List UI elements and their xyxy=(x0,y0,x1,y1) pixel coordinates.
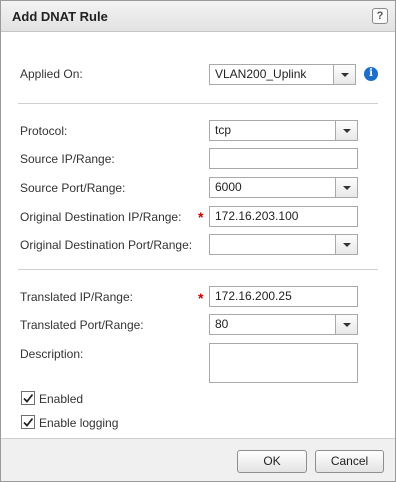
ok-button[interactable]: OK xyxy=(237,450,307,473)
protocol-select[interactable]: tcp xyxy=(209,120,358,141)
orig-dest-ip-value: 172.16.203.100 xyxy=(215,209,299,223)
section-divider xyxy=(18,269,378,270)
orig-dest-ip-input[interactable]: 172.16.203.100 xyxy=(209,206,358,227)
translated-ip-input[interactable]: 172.16.200.25 xyxy=(209,286,358,307)
source-port-select[interactable]: 6000 xyxy=(209,177,358,198)
dialog-title: Add DNAT Rule xyxy=(12,9,108,24)
applied-on-select[interactable]: VLAN200_Uplink xyxy=(209,64,356,85)
translated-port-select[interactable]: 80 xyxy=(209,314,358,335)
enabled-checkbox[interactable] xyxy=(21,391,35,405)
orig-dest-port-label: Original Destination Port/Range: xyxy=(20,238,193,252)
checkmark-icon xyxy=(23,393,34,403)
enable-logging-checkbox[interactable] xyxy=(21,415,35,429)
chevron-down-icon[interactable] xyxy=(335,235,357,254)
orig-dest-ip-label: Original Destination IP/Range: xyxy=(20,210,182,224)
enable-logging-label: Enable logging xyxy=(39,416,119,430)
source-port-label: Source Port/Range: xyxy=(20,181,126,195)
translated-ip-value: 172.16.200.25 xyxy=(215,289,292,303)
cancel-button[interactable]: Cancel xyxy=(315,450,384,473)
source-port-value: 6000 xyxy=(215,180,242,194)
checkmark-icon xyxy=(23,417,34,427)
section-divider xyxy=(18,103,378,104)
required-asterisk: * xyxy=(198,209,204,225)
chevron-down-icon[interactable] xyxy=(335,121,357,140)
applied-on-value: VLAN200_Uplink xyxy=(215,67,307,81)
source-ip-label: Source IP/Range: xyxy=(20,152,115,166)
chevron-down-icon[interactable] xyxy=(335,315,357,334)
protocol-label: Protocol: xyxy=(20,124,68,138)
help-icon[interactable]: ? xyxy=(372,8,388,24)
description-textarea[interactable] xyxy=(209,343,358,383)
chevron-down-icon[interactable] xyxy=(335,178,357,197)
applied-on-label: Applied On: xyxy=(20,67,83,81)
dialog-titlebar: Add DNAT Rule ? xyxy=(1,1,395,32)
add-dnat-rule-dialog: Add DNAT Rule ? Applied On: VLAN200_Upli… xyxy=(0,0,396,482)
required-asterisk: * xyxy=(198,290,204,306)
description-label: Description: xyxy=(20,347,84,361)
info-icon[interactable]: i xyxy=(364,67,378,81)
translated-port-value: 80 xyxy=(215,317,229,331)
enabled-label: Enabled xyxy=(39,392,84,406)
translated-port-label: Translated Port/Range: xyxy=(20,318,144,332)
translated-ip-label: Translated IP/Range: xyxy=(20,290,133,304)
protocol-value: tcp xyxy=(215,123,232,137)
chevron-down-icon[interactable] xyxy=(333,65,355,84)
dialog-footer: OK Cancel xyxy=(1,438,395,481)
source-ip-input[interactable] xyxy=(209,148,358,169)
orig-dest-port-select[interactable] xyxy=(209,234,358,255)
